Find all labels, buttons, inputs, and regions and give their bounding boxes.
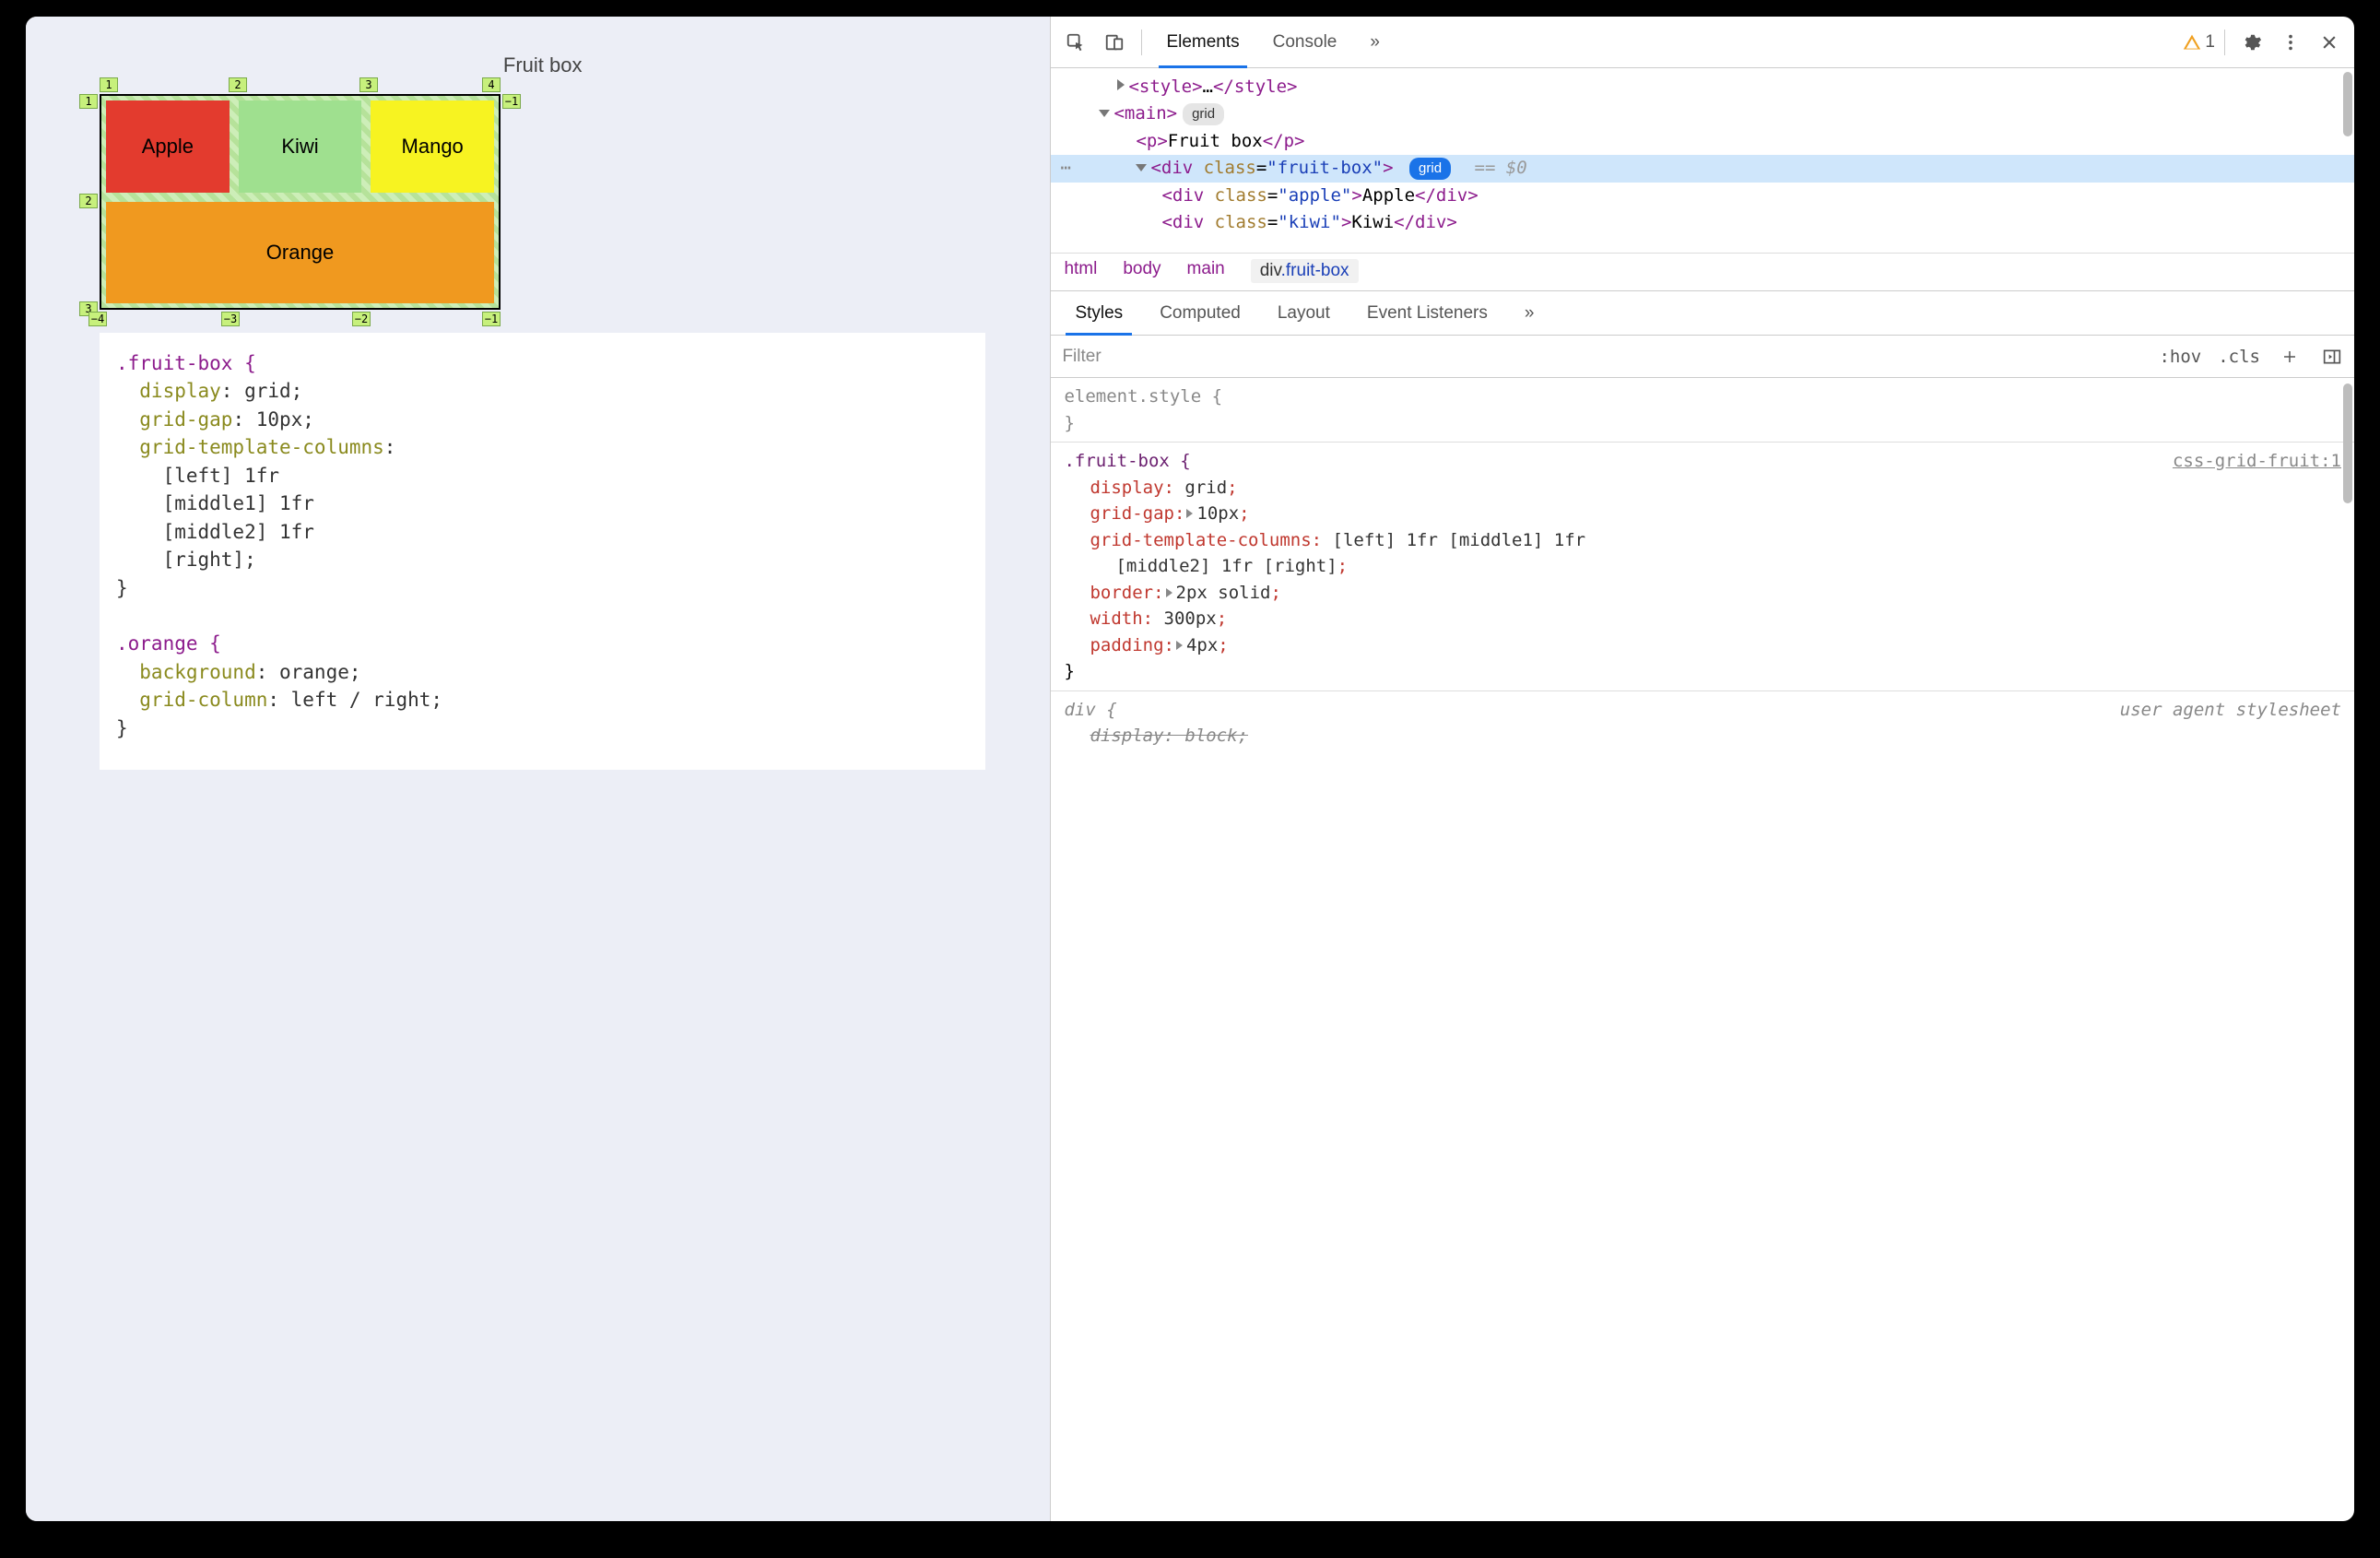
brace-close: } <box>1064 410 2341 437</box>
css-prop[interactable]: border:2px solid; <box>1090 580 2341 607</box>
crumb-main[interactable]: main <box>1187 259 1225 283</box>
grid-badge[interactable]: grid <box>1183 103 1224 124</box>
warning-badge[interactable]: 1 <box>2183 32 2215 53</box>
warning-count: 1 <box>2205 32 2215 53</box>
devtools-toolbar: Elements Console » 1 <box>1051 17 2354 68</box>
app-window: Fruit box 1 2 3 4 1 2 3 −1 −4 −3 −2 −1 A… <box>26 17 2354 1521</box>
ua-selector: div { <box>1064 700 1116 720</box>
grid-col-label: 4 <box>482 77 501 92</box>
grid-badge-active[interactable]: grid <box>1409 158 1451 179</box>
subtab-layout[interactable]: Layout <box>1259 291 1349 335</box>
css-prop[interactable]: grid-gap:10px; <box>1090 501 2341 527</box>
subtab-event-listeners[interactable]: Event Listeners <box>1349 291 1506 335</box>
subtab-more[interactable]: » <box>1506 291 1553 335</box>
rule-source-link[interactable]: css-grid-fruit:1 <box>2173 448 2341 475</box>
dom-selected-row[interactable]: ⋯ <div class="fruit-box"> grid == $0 <box>1051 155 2354 182</box>
grid-col-neg-label: −2 <box>352 312 371 326</box>
css-snippet: .fruit-box { display: grid; grid-gap: 10… <box>100 333 985 770</box>
grid-col-neg-label: −3 <box>221 312 240 326</box>
toggle-sidebar-icon[interactable] <box>2319 344 2345 370</box>
inspect-element-icon[interactable] <box>1058 25 1093 60</box>
subtab-styles[interactable]: Styles <box>1056 291 1141 335</box>
element-style-label[interactable]: element.style { <box>1064 386 1222 407</box>
crumb-selected[interactable]: div.fruit-box <box>1251 259 1359 283</box>
css-prop-cont[interactable]: [middle2] 1fr [right]; <box>1115 553 2341 580</box>
grid-row-neg-label: −1 <box>502 94 521 109</box>
devtools-pane: Elements Console » 1 <style>…</style> < <box>1050 17 2354 1521</box>
grid-overlay-wrap: 1 2 3 4 1 2 3 −1 −4 −3 −2 −1 Apple Kiwi … <box>100 94 501 310</box>
ellipsis-icon[interactable]: ⋯ <box>1060 155 1070 182</box>
kebab-menu-icon[interactable] <box>2273 25 2308 60</box>
css-prop[interactable]: grid-template-columns: [left] 1fr [middl… <box>1090 527 2341 554</box>
cls-toggle[interactable]: .cls <box>2218 347 2260 367</box>
dom-breadcrumb: html body main div.fruit-box <box>1051 253 2354 291</box>
grid-col-label: 3 <box>359 77 378 92</box>
grid-col-label: 1 <box>100 77 118 92</box>
grid-col-label: 2 <box>229 77 247 92</box>
cell-kiwi: Kiwi <box>239 100 362 193</box>
grid-row-label: 1 <box>79 94 98 109</box>
crumb-html[interactable]: html <box>1064 259 1097 283</box>
tab-elements[interactable]: Elements <box>1151 17 1254 67</box>
dollar-zero: == $0 <box>1475 158 1527 178</box>
subtab-computed[interactable]: Computed <box>1141 291 1259 335</box>
rule-selector[interactable]: .fruit-box { <box>1064 451 1190 471</box>
page-title: Fruit box <box>100 53 985 77</box>
grid-col-neg-label: −1 <box>482 312 501 326</box>
device-toggle-icon[interactable] <box>1097 25 1132 60</box>
crumb-body[interactable]: body <box>1123 259 1161 283</box>
grid-row-label: 2 <box>79 194 98 208</box>
ua-prop-overridden: display: block; <box>1090 723 2341 749</box>
gear-icon[interactable] <box>2234 25 2269 60</box>
snippet-selector: .fruit-box { <box>116 352 256 374</box>
brace-close: } <box>1064 658 2341 685</box>
tab-console[interactable]: Console <box>1258 17 1352 67</box>
styles-filter-bar: :hov .cls <box>1051 336 2354 378</box>
scrollbar-thumb[interactable] <box>2343 384 2352 503</box>
snippet-selector-2: .orange { <box>116 632 221 655</box>
cell-apple: Apple <box>106 100 230 193</box>
fruit-box-grid: Apple Kiwi Mango Orange <box>100 94 501 310</box>
add-rule-icon[interactable] <box>2277 344 2303 370</box>
css-prop[interactable]: width: 300px; <box>1090 606 2341 632</box>
css-prop[interactable]: display: grid; <box>1090 475 2341 502</box>
tab-more[interactable]: » <box>1355 17 1395 67</box>
hov-toggle[interactable]: :hov <box>2159 347 2201 367</box>
cell-mango: Mango <box>371 100 494 193</box>
styles-subtabs: Styles Computed Layout Event Listeners » <box>1051 291 2354 336</box>
css-prop[interactable]: padding:4px; <box>1090 632 2341 659</box>
styles-filter-input[interactable] <box>1060 343 2142 371</box>
scrollbar-thumb[interactable] <box>2343 72 2352 136</box>
grid-col-neg-label: −4 <box>88 312 107 326</box>
dom-tree[interactable]: <style>…</style> <main>grid <p>Fruit box… <box>1051 68 2354 253</box>
close-icon[interactable] <box>2312 25 2347 60</box>
cell-orange: Orange <box>106 202 494 303</box>
ua-stylesheet-label: user agent stylesheet <box>2120 697 2341 724</box>
page-preview-pane: Fruit box 1 2 3 4 1 2 3 −1 −4 −3 −2 −1 A… <box>26 17 1050 1521</box>
styles-panel[interactable]: element.style { } css-grid-fruit:1 .frui… <box>1051 378 2354 1521</box>
